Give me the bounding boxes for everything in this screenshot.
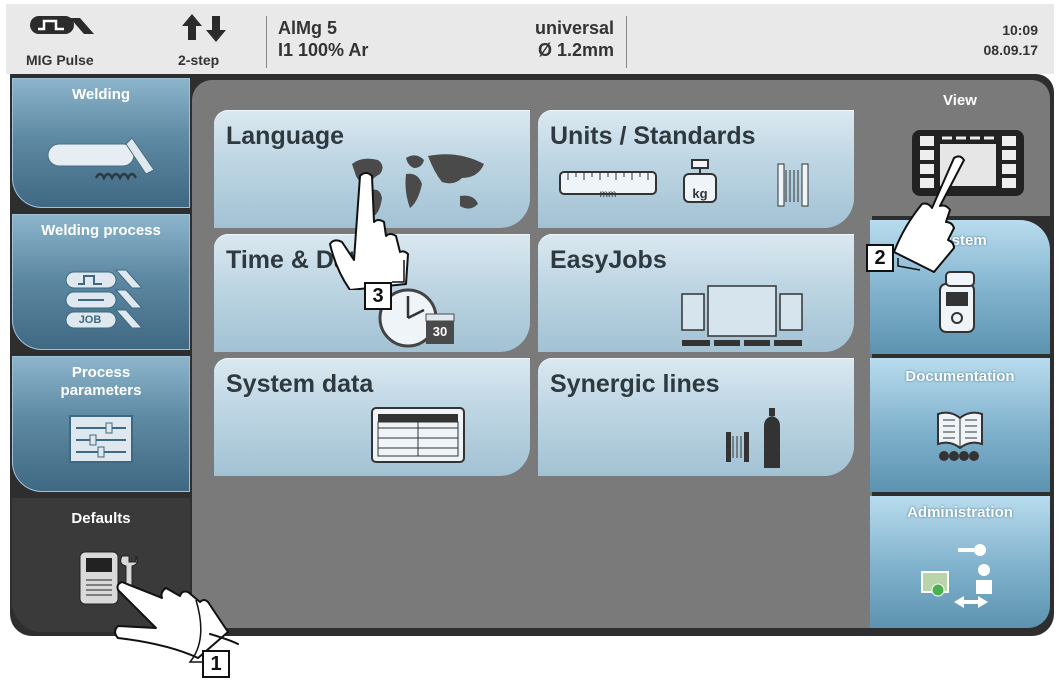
callout-3: 3 — [364, 282, 392, 310]
callout-leaders — [188, 258, 921, 663]
callout-1: 1 — [202, 650, 230, 678]
callout-2: 2 — [866, 244, 894, 272]
